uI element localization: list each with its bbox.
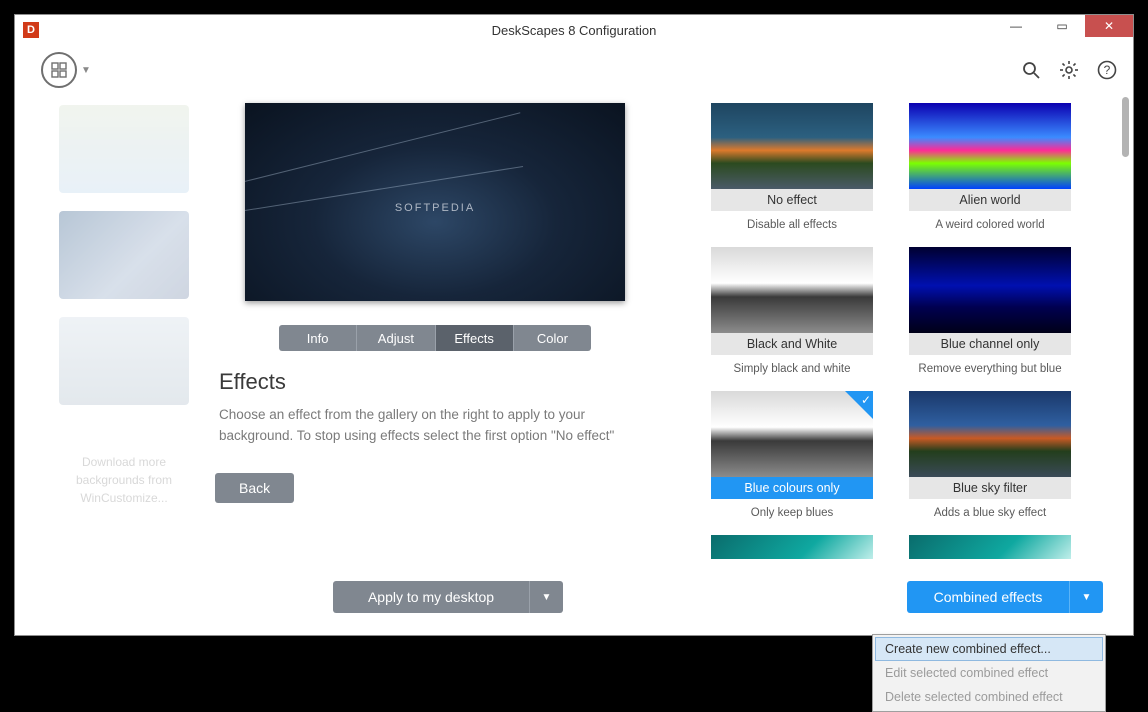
apply-button-label: Apply to my desktop <box>333 589 529 605</box>
background-thumb[interactable] <box>59 317 189 405</box>
effect-desc: Remove everything but blue <box>909 363 1071 375</box>
chevron-down-icon[interactable]: ▼ <box>81 65 91 76</box>
tab-effects[interactable]: Effects <box>436 325 514 351</box>
combined-effects-label: Combined effects <box>907 589 1069 605</box>
effect-desc: Only keep blues <box>711 507 873 519</box>
menu-item[interactable]: Create new combined effect... <box>875 637 1103 661</box>
chevron-down-icon[interactable]: ▼ <box>529 581 563 613</box>
effect-card[interactable]: Blue colours only Only keep blues <box>711 391 873 519</box>
effect-card[interactable] <box>711 535 873 559</box>
grid-icon <box>51 62 67 78</box>
search-icon[interactable] <box>1021 60 1041 80</box>
background-preview: SOFTPEDIA <box>245 103 625 301</box>
effect-name: Blue colours only <box>711 477 873 499</box>
app-icon: D <box>23 22 39 38</box>
help-icon[interactable]: ? <box>1097 60 1117 80</box>
effect-name: No effect <box>711 189 873 211</box>
combined-effects-menu: Create new combined effect...Edit select… <box>872 634 1106 712</box>
background-thumb[interactable] <box>59 211 189 299</box>
tab-adjust[interactable]: Adjust <box>357 325 435 351</box>
combined-effects-button[interactable]: Combined effects ▼ <box>907 581 1103 613</box>
back-button[interactable]: Back <box>215 473 294 503</box>
svg-text:?: ? <box>1104 63 1111 77</box>
menu-item: Edit selected combined effect <box>875 661 1103 685</box>
effect-card[interactable]: Alien world A weird colored world <box>909 103 1071 231</box>
sidebar-thumbnails: Download more backgrounds from WinCustom… <box>15 95 215 635</box>
effect-card[interactable]: Blue channel only Remove everything but b… <box>909 247 1071 375</box>
check-icon <box>845 391 873 419</box>
effect-thumbnail <box>711 391 873 477</box>
effect-thumbnail <box>711 103 873 189</box>
close-button[interactable]: ✕ <box>1085 15 1133 37</box>
effect-thumbnail <box>909 535 1071 559</box>
apply-button[interactable]: Apply to my desktop ▼ <box>333 581 563 613</box>
main-menu-button[interactable] <box>41 52 77 88</box>
watermark-text: SOFTPEDIA <box>245 202 625 214</box>
effect-desc: Disable all effects <box>711 219 873 231</box>
maximize-button[interactable]: ▭ <box>1039 15 1085 37</box>
tab-color[interactable]: Color <box>514 325 591 351</box>
effect-desc: Adds a blue sky effect <box>909 507 1071 519</box>
window-buttons: — ▭ ✕ <box>993 15 1133 37</box>
window-title: DeskScapes 8 Configuration <box>15 23 1133 38</box>
menu-item: Delete selected combined effect <box>875 685 1103 709</box>
panel-body: Choose an effect from the gallery on the… <box>219 405 651 447</box>
effects-gallery: No effectDisable all effectsAlien worldA… <box>675 95 1133 635</box>
center-panel: SOFTPEDIA InfoAdjustEffectsColor Effects… <box>215 95 675 635</box>
gear-icon[interactable] <box>1059 60 1079 80</box>
effect-desc: Simply black and white <box>711 363 873 375</box>
panel-heading: Effects <box>219 369 655 395</box>
scrollbar-thumb[interactable] <box>1122 97 1129 157</box>
panel-tabs: InfoAdjustEffectsColor <box>279 325 591 351</box>
minimize-button[interactable]: — <box>993 15 1039 37</box>
titlebar: D DeskScapes 8 Configuration — ▭ ✕ <box>15 15 1133 45</box>
effect-name: Blue channel only <box>909 333 1071 355</box>
effect-name: Black and White <box>711 333 873 355</box>
app-window: D DeskScapes 8 Configuration — ▭ ✕ ▼ <box>14 14 1134 636</box>
background-thumb[interactable] <box>59 105 189 193</box>
effect-thumbnail <box>909 103 1071 189</box>
effect-thumbnail <box>909 391 1071 477</box>
effect-thumbnail <box>711 535 873 559</box>
download-more-link[interactable]: Download more backgrounds from WinCustom… <box>53 453 195 507</box>
effect-name: Alien world <box>909 189 1071 211</box>
effect-card[interactable]: Black and White Simply black and white <box>711 247 873 375</box>
effect-thumbnail <box>711 247 873 333</box>
chevron-down-icon[interactable]: ▼ <box>1069 581 1103 613</box>
effect-desc: A weird colored world <box>909 219 1071 231</box>
effect-card[interactable]: No effect Disable all effects <box>711 103 873 231</box>
effect-name: Blue sky filter <box>909 477 1071 499</box>
tab-info[interactable]: Info <box>279 325 357 351</box>
toolbar: ▼ ? <box>15 45 1133 95</box>
effect-card[interactable]: Blue sky filter Adds a blue sky effect <box>909 391 1071 519</box>
effect-card[interactable] <box>909 535 1071 559</box>
effect-thumbnail <box>909 247 1071 333</box>
